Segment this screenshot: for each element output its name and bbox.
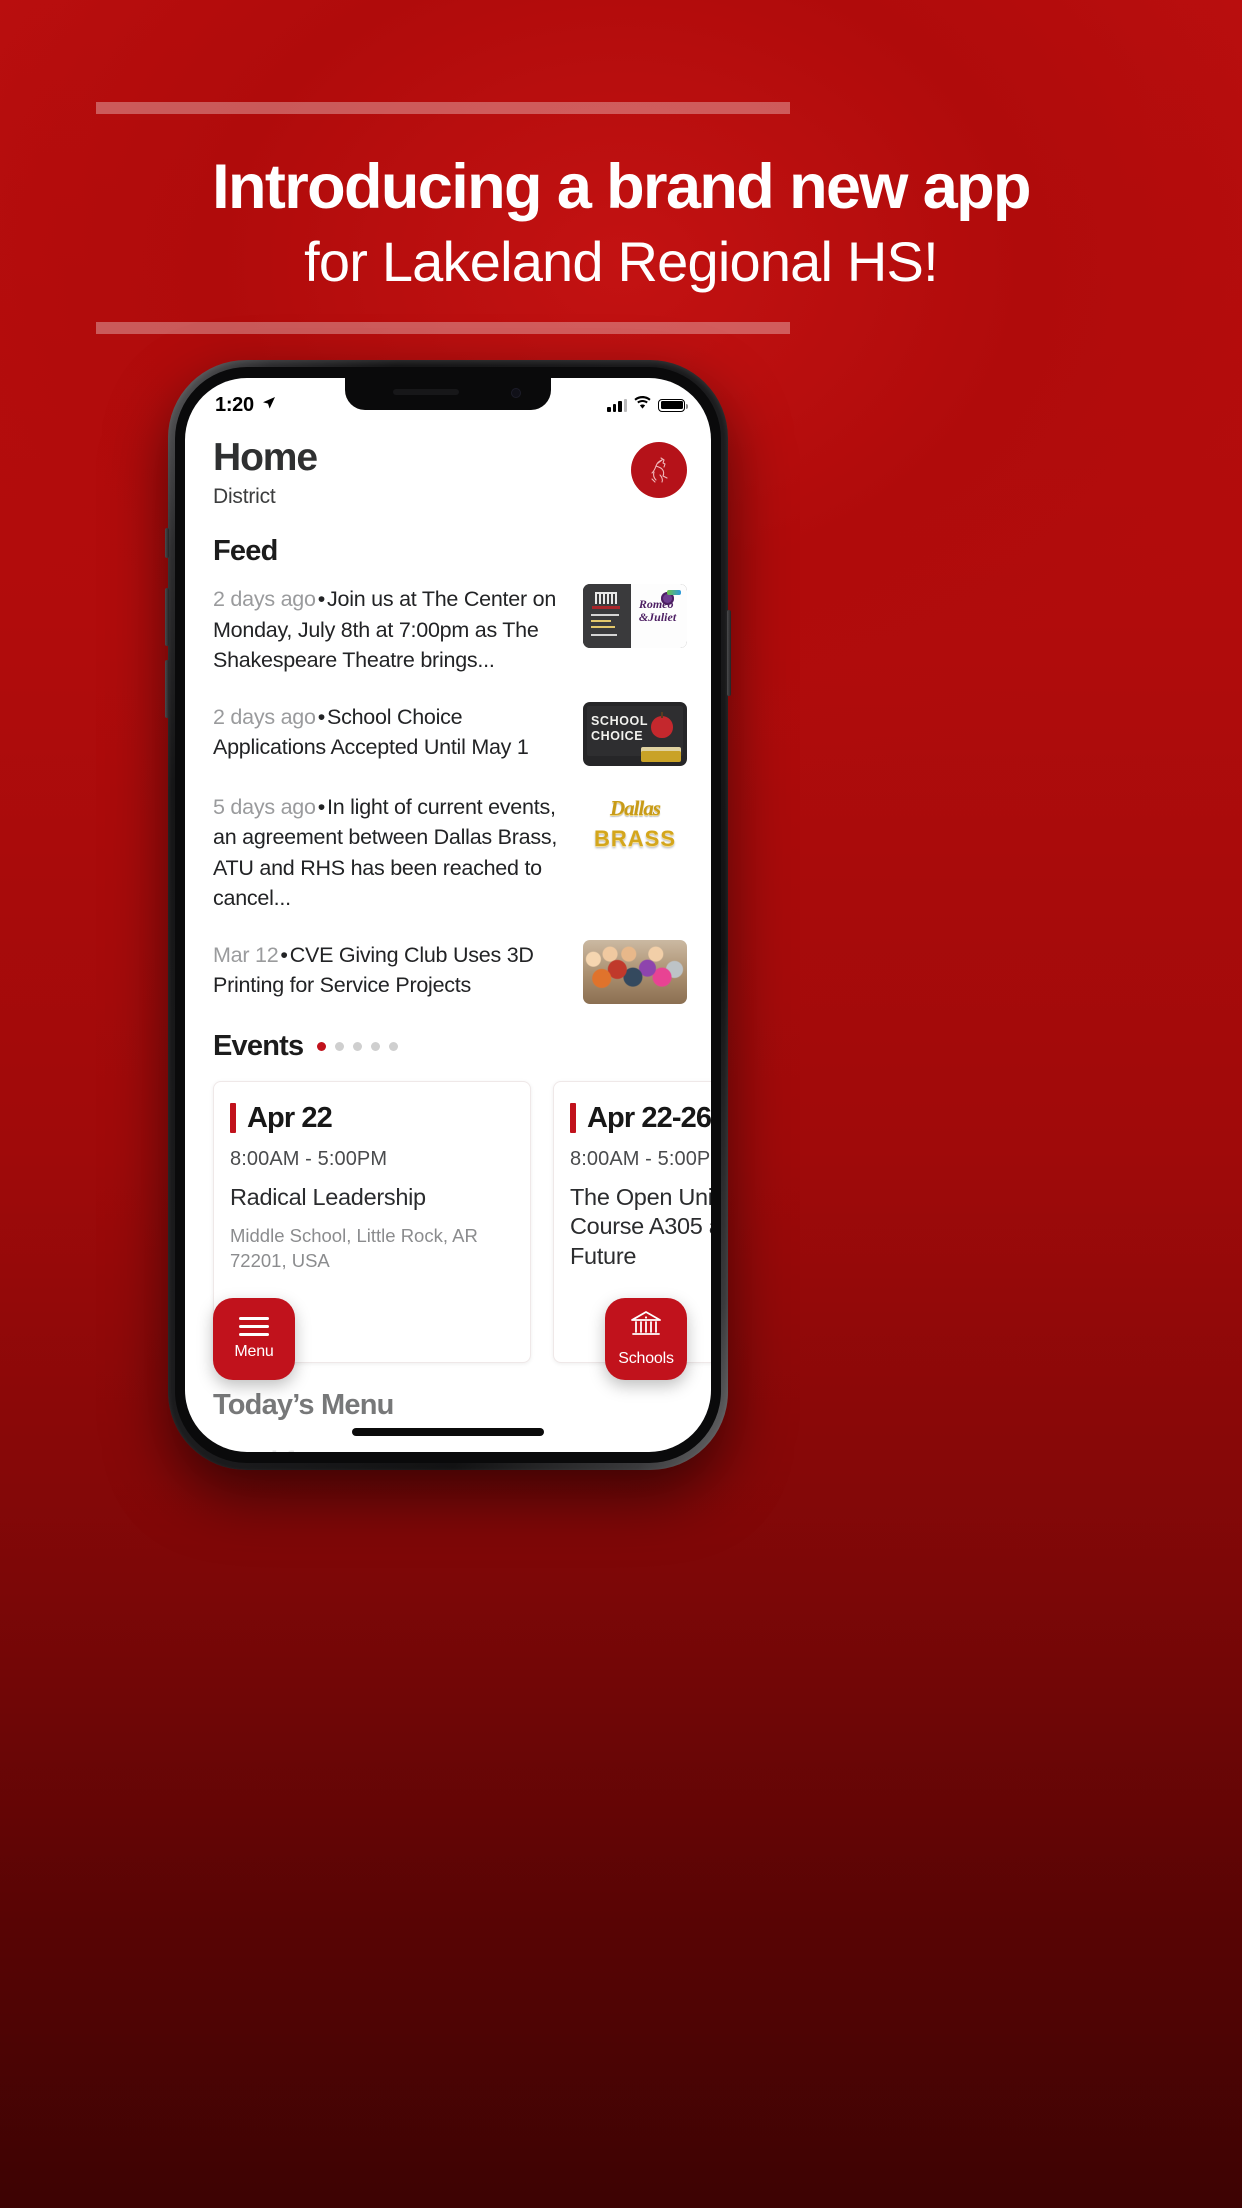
event-name: The Open University’s Course A305 and th… <box>570 1183 711 1269</box>
status-bar-time: 1:20 <box>215 393 254 416</box>
event-date: Apr 22 <box>247 1101 333 1134</box>
events-pagination[interactable] <box>317 1041 399 1051</box>
pagination-dot[interactable] <box>389 1041 399 1051</box>
events-section-title: Events <box>213 1029 304 1062</box>
ticket-line <box>591 626 615 628</box>
event-time: 8:00AM - 5:00PM <box>230 1147 388 1170</box>
status-bar-indicators <box>607 396 688 414</box>
apple-icon <box>651 711 673 738</box>
banner-divider-bottom <box>96 321 790 334</box>
schools-fab-button[interactable]: Schools <box>605 1298 687 1380</box>
chalkboard-text: SCHOOL CHOICE <box>591 713 649 743</box>
banner-text-block: Introducing a brand new app for Lakeland… <box>0 156 1242 292</box>
students-group-photo-thumbnail[interactable] <box>583 939 687 1004</box>
event-time: 8:00AM - 5:00PM <box>570 1147 711 1170</box>
power-button[interactable] <box>727 610 731 696</box>
banner-headline: Introducing a brand new app <box>212 152 1031 222</box>
feed-item[interactable]: 2 days ago•School Choice Applications Ac… <box>213 701 687 766</box>
theatre-building-icon <box>595 592 617 604</box>
todays-menu-title: Today’s Menu <box>213 1388 394 1421</box>
event-accent-bar <box>570 1103 576 1134</box>
todays-menu-section: Today’s Menu Breakfast <box>185 1389 711 1452</box>
event-location: Middle School, Little Rock, AR 72201, US… <box>230 1225 478 1271</box>
banner-divider-top <box>96 102 790 114</box>
books-icon <box>641 750 681 762</box>
status-bar: 1:20 <box>185 378 711 424</box>
pagination-dot[interactable] <box>371 1041 381 1051</box>
schools-fab-label: Schools <box>618 1350 674 1367</box>
volume-down-button[interactable] <box>165 660 169 718</box>
feed-item-separator: • <box>317 704 326 729</box>
phone-mockup: 1:20 Home District Feed 2 days ago•Join … <box>165 360 731 1470</box>
feed-item-separator: • <box>317 587 326 611</box>
feed-item[interactable]: 2 days ago•Join us at The Center on Mond… <box>213 584 687 676</box>
banner-subheadline: for Lakeland Regional HS! <box>304 230 939 293</box>
ticket-line <box>591 634 617 636</box>
feed-section: Feed 2 days ago•Join us at The Center on… <box>185 535 711 1004</box>
events-header: Events <box>185 1030 711 1063</box>
event-date-row: Apr 22 <box>230 1102 512 1135</box>
romeo-juliet-wordmark: Romeo &Juliet <box>638 597 677 624</box>
feed-list: 2 days ago•Join us at The Center on Mond… <box>213 584 687 1004</box>
pagination-dot[interactable] <box>317 1041 327 1051</box>
battery-full-icon <box>658 398 688 412</box>
todays-menu-meal-label: Breakfast <box>213 1446 687 1452</box>
feed-item[interactable]: Mar 12•CVE Giving Club Uses 3D Printing … <box>213 939 687 1004</box>
menu-fab-label: Menu <box>234 1343 274 1360</box>
romeo-and-juliet-ticket-thumbnail[interactable]: Romeo &Juliet <box>583 584 687 648</box>
brass-wordmark: BRASS <box>593 825 677 851</box>
event-name: Radical Leadership <box>230 1183 426 1210</box>
promo-banner: Introducing a brand new app for Lakeland… <box>0 0 1242 334</box>
feed-item-time: 5 days ago <box>213 794 316 819</box>
phone-screen: 1:20 Home District Feed 2 days ago•Join … <box>185 378 711 1452</box>
feed-item-time: 2 days ago <box>213 704 316 729</box>
menu-fab-button[interactable]: Menu <box>213 1298 295 1380</box>
feed-item-text: 5 days ago•In light of current events, a… <box>213 792 567 914</box>
dallas-wordmark: Dallas <box>609 795 661 820</box>
ticket-line <box>591 620 611 622</box>
ticket-accent-bar <box>592 606 620 609</box>
ticket-right-panel: Romeo &Juliet <box>630 584 687 648</box>
feed-item-time: Mar 12 <box>213 942 279 967</box>
app-content: Home District Feed 2 days ago•Join us at… <box>185 378 711 1452</box>
school-building-icon <box>630 1310 662 1343</box>
location-arrow-icon <box>261 395 277 416</box>
feed-item-text: 2 days ago•Join us at The Center on Mond… <box>213 584 567 676</box>
feed-item-time: 2 days ago <box>213 587 316 611</box>
home-indicator[interactable] <box>352 1428 544 1436</box>
feed-item-separator: • <box>280 942 288 967</box>
ticket-line <box>591 614 619 616</box>
event-accent-bar <box>230 1103 236 1134</box>
event-date-row: Apr 22-26 <box>570 1102 711 1135</box>
color-swatch <box>667 590 681 595</box>
feed-section-title: Feed <box>213 535 278 567</box>
mute-switch[interactable] <box>165 528 169 558</box>
hamburger-menu-icon <box>239 1317 269 1336</box>
app-header: Home District <box>185 438 711 509</box>
feed-item-separator: • <box>317 794 326 819</box>
feed-item-text: Mar 12•CVE Giving Club Uses 3D Printing … <box>213 940 567 1001</box>
volume-up-button[interactable] <box>165 588 169 646</box>
page-title: Home <box>213 436 318 479</box>
ticket-left-panel <box>583 584 631 648</box>
wifi-icon <box>634 396 651 414</box>
feed-item-text: 2 days ago•School Choice Applications Ac… <box>213 702 567 763</box>
page-subtitle: District <box>213 485 276 508</box>
cellular-bars-icon <box>607 398 627 412</box>
feed-item[interactable]: 5 days ago•In light of current events, a… <box>213 791 687 914</box>
phone-bezel: 1:20 Home District Feed 2 days ago•Join … <box>175 367 721 1463</box>
school-mascot-logo[interactable] <box>631 442 687 498</box>
pagination-dot[interactable] <box>353 1041 363 1051</box>
app-header-titles: Home District <box>213 436 318 509</box>
dallas-brass-logo-thumbnail[interactable]: Dallas BRASS <box>583 791 687 856</box>
pagination-dot[interactable] <box>335 1041 345 1051</box>
school-choice-chalkboard-thumbnail[interactable]: SCHOOL CHOICE <box>583 701 687 766</box>
event-date: Apr 22-26 <box>587 1101 711 1134</box>
